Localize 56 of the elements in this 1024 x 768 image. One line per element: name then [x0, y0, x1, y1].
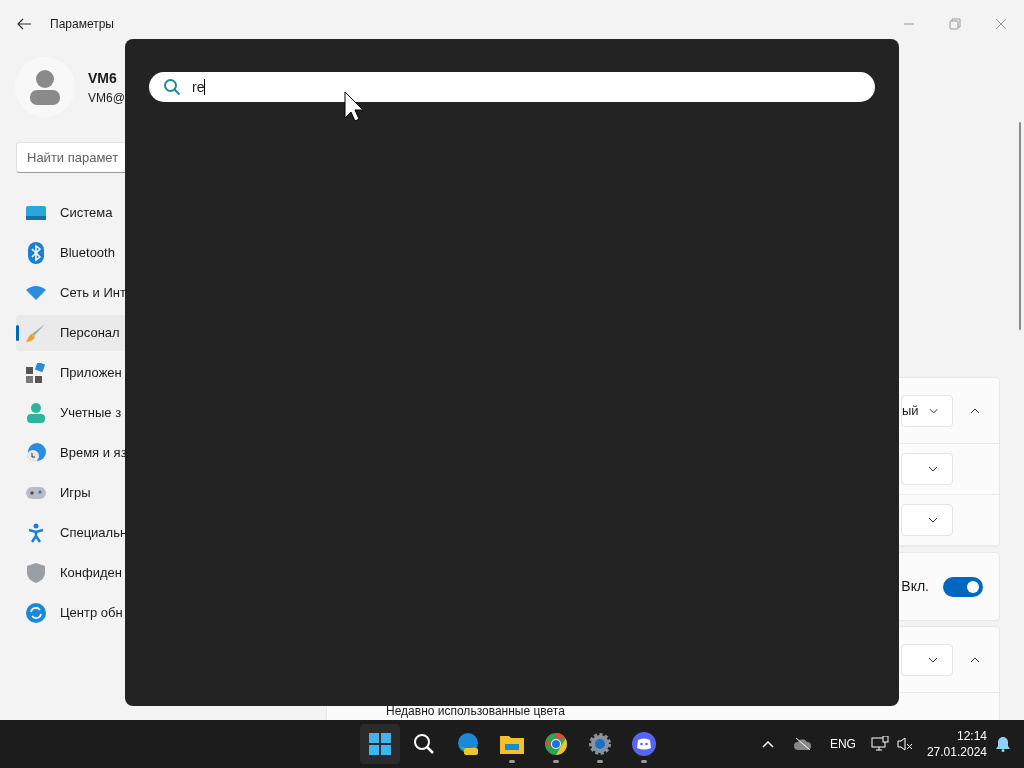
cloud-off-icon[interactable] [793, 737, 812, 751]
chevron-up-icon [970, 656, 980, 663]
windows-logo-icon [369, 733, 391, 755]
chevron-down-icon [928, 517, 938, 523]
wifi-icon [26, 286, 46, 300]
search-icon [413, 733, 435, 755]
nav-item[interactable]: Центр обн [16, 595, 316, 631]
folder-icon [500, 734, 524, 754]
taskbar-app[interactable] [360, 724, 400, 764]
dropdown[interactable]: ый [901, 394, 953, 427]
browser-icon [456, 732, 480, 756]
mouse-pointer-icon [344, 91, 362, 122]
clock-globe-icon [26, 443, 46, 463]
monitor-icon [26, 206, 46, 220]
nav-item[interactable]: Сеть и Инт [16, 275, 316, 311]
search-box[interactable]: re [149, 72, 875, 102]
person-icon [27, 403, 45, 423]
update-icon [26, 603, 46, 623]
chrome-icon [544, 732, 568, 756]
close-icon[interactable] [995, 18, 1007, 30]
chevron-up-icon [970, 407, 980, 414]
window-title: Параметры [50, 16, 114, 33]
chat-app-icon [632, 732, 656, 756]
nav-item[interactable]: Учетные з [16, 395, 316, 431]
nav-item[interactable]: Приложен [16, 355, 316, 391]
nav-item[interactable]: Специальн [16, 515, 316, 551]
nav-item[interactable]: Игры [16, 475, 316, 511]
brush-icon [26, 323, 46, 343]
shield-icon [27, 563, 45, 583]
search-icon [163, 78, 181, 96]
chevron-down-icon [928, 407, 938, 414]
chevron-up-icon[interactable] [761, 740, 774, 748]
toggle-label: Вкл. [901, 577, 929, 596]
gamepad-icon [26, 487, 46, 499]
section-label: Недавно использованные цвета [386, 705, 565, 718]
network-icon[interactable] [870, 736, 889, 752]
nav-item[interactable]: Bluetooth [16, 235, 316, 271]
scrollbar[interactable] [1019, 122, 1021, 330]
clock-time[interactable]: 12:14 [956, 728, 987, 744]
bluetooth-icon [28, 242, 44, 264]
chevron-down-icon [928, 656, 938, 663]
nav-item[interactable]: Система [16, 195, 316, 231]
speaker-muted-icon[interactable] [896, 736, 913, 752]
profile-email: VM6@ [88, 89, 125, 107]
chevron-down-icon [928, 466, 938, 472]
accessibility-icon [28, 523, 44, 543]
clock-date[interactable]: 27.01.2024 [926, 744, 987, 760]
apps-icon [26, 363, 46, 383]
gear-icon [588, 732, 612, 756]
person-icon [30, 69, 60, 105]
toggle-switch[interactable] [943, 576, 983, 597]
language-indicator[interactable]: ENG [829, 735, 856, 753]
bell-icon[interactable] [996, 736, 1010, 752]
profile-name: VM6 [88, 68, 118, 88]
back-arrow-icon[interactable] [17, 18, 31, 30]
nav-item[interactable]: Конфиден [16, 555, 316, 591]
